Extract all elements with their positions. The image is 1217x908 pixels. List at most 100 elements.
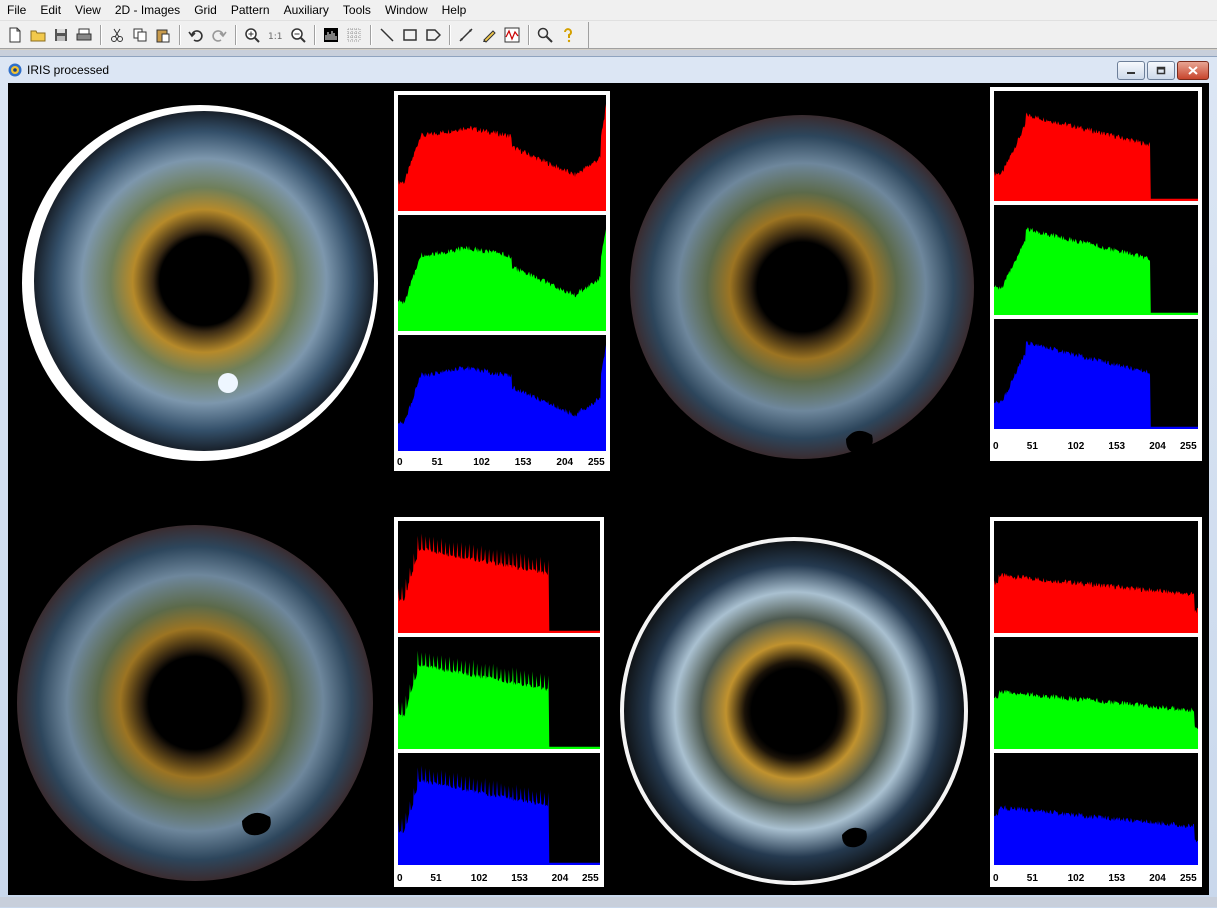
histogram-button[interactable] xyxy=(320,24,342,46)
line-tool-button[interactable] xyxy=(376,24,398,46)
menu-help[interactable]: Help xyxy=(435,0,474,20)
cut-button[interactable] xyxy=(106,24,128,46)
polygon-tool-icon xyxy=(426,28,441,41)
grid-icon xyxy=(347,28,361,41)
zoom-in-button[interactable] xyxy=(241,24,263,46)
redo-icon xyxy=(212,29,227,42)
save-button[interactable] xyxy=(50,24,72,46)
histogram-panel-top-right: 0 51 102 153 204 255 xyxy=(990,87,1202,461)
histogram-green-channel xyxy=(994,637,1198,749)
axis-tick-label: 51 xyxy=(431,457,443,468)
iris-image-bottom-left xyxy=(17,525,373,881)
axis-tick-label: 153 xyxy=(1108,873,1126,884)
child-window: IRIS processed 0 51 102 153 204 255 0 51… xyxy=(0,56,1217,908)
actual-size-button[interactable]: 1:1 xyxy=(264,24,286,46)
restore-icon xyxy=(1156,66,1166,75)
child-titlebar[interactable]: IRIS processed xyxy=(0,57,1217,83)
histogram-panel-bottom-right: 0 51 102 153 204 255 xyxy=(990,517,1202,887)
histogram-green-bars xyxy=(994,689,1198,749)
axis-tick-label: 204 xyxy=(1149,873,1166,884)
pencil-button[interactable] xyxy=(478,24,500,46)
histogram-red-area xyxy=(398,533,600,633)
paste-button[interactable] xyxy=(152,24,174,46)
open-folder-button[interactable] xyxy=(27,24,49,46)
measure-button[interactable] xyxy=(455,24,477,46)
histogram-red-area xyxy=(994,112,1198,201)
measure-icon xyxy=(459,27,473,42)
waveform-button[interactable] xyxy=(501,24,523,46)
histogram-blue-area xyxy=(398,765,600,865)
open-folder-icon xyxy=(30,30,46,41)
undo-button[interactable] xyxy=(185,24,207,46)
minimize-button[interactable] xyxy=(1117,61,1145,80)
cut-icon xyxy=(111,28,123,42)
grid-button[interactable] xyxy=(343,24,365,46)
close-button[interactable] xyxy=(1177,61,1209,80)
menu-2d-images[interactable]: 2D - Images xyxy=(108,0,187,20)
pencil-icon xyxy=(483,29,496,43)
restore-button[interactable] xyxy=(1147,61,1175,80)
menu-edit[interactable]: Edit xyxy=(33,0,68,20)
histogram-red-bars xyxy=(398,533,600,633)
zoom-out-button[interactable] xyxy=(287,24,309,46)
histogram-green-bars xyxy=(398,229,606,331)
menu-view[interactable]: View xyxy=(68,0,108,20)
toolbar-end-divider xyxy=(588,21,589,48)
menu-window[interactable]: Window xyxy=(378,0,435,20)
save-icon xyxy=(55,28,67,41)
histogram-blue-bars xyxy=(398,765,600,865)
axis-tick-label: 51 xyxy=(1026,441,1038,452)
histogram-blue-channel xyxy=(398,335,606,451)
axis-tick-label: 255 xyxy=(588,457,605,468)
histogram-blue-bars xyxy=(994,341,1198,429)
minimize-icon xyxy=(1127,71,1135,74)
histogram-blue-channel xyxy=(994,753,1198,865)
find-button[interactable] xyxy=(534,24,556,46)
help-button[interactable] xyxy=(557,24,579,46)
polygon-tool-button[interactable] xyxy=(422,24,444,46)
print-button[interactable] xyxy=(73,24,95,46)
redo-button[interactable] xyxy=(208,24,230,46)
toolbar-separator xyxy=(370,24,372,45)
histogram-axis: 0 51 102 153 204 255 xyxy=(394,869,604,885)
axis-tick-label: 153 xyxy=(511,873,528,884)
new-file-button[interactable] xyxy=(4,24,26,46)
new-file-icon xyxy=(9,27,21,42)
histogram-icon xyxy=(324,27,338,42)
histogram-panel-bottom-left: 0 51 102 153 204 255 xyxy=(394,517,604,887)
histogram-green-channel xyxy=(398,637,600,749)
histogram-blue-area xyxy=(398,344,606,451)
menu-tools[interactable]: Tools xyxy=(336,0,378,20)
axis-tick-label: 102 xyxy=(473,457,490,468)
histogram-red-area xyxy=(398,103,606,211)
menu-auxiliary[interactable]: Auxiliary xyxy=(277,0,336,20)
histogram-blue-channel xyxy=(398,753,600,865)
histogram-red-bars xyxy=(994,572,1198,633)
histogram-blue-channel xyxy=(994,319,1198,429)
menu-file[interactable]: File xyxy=(0,0,33,20)
toolbar-separator xyxy=(314,24,316,45)
rectangle-tool-button[interactable] xyxy=(399,24,421,46)
menu-grid[interactable]: Grid xyxy=(187,0,224,20)
iris-image-top-right xyxy=(630,115,974,459)
histogram-red-channel xyxy=(398,95,606,211)
toolbar-separator xyxy=(179,24,181,45)
app-icon xyxy=(8,63,22,77)
histogram-red-bars xyxy=(994,112,1198,201)
axis-tick-label: 0 xyxy=(993,873,999,884)
menu-bar: File Edit View 2D - Images Grid Pattern Auxili… xyxy=(0,0,1217,21)
histogram-green-area xyxy=(398,229,606,331)
actual-size-icon: 1:1 xyxy=(268,32,282,42)
menu-pattern[interactable]: Pattern xyxy=(224,0,277,20)
axis-tick-label: 102 xyxy=(470,873,488,884)
histogram-panel-top-left: 0 51 102 153 204 255 xyxy=(394,91,610,471)
histogram-blue-bars xyxy=(398,344,606,451)
waveform-icon xyxy=(504,27,520,42)
axis-tick-label: 255 xyxy=(1180,441,1197,452)
image-canvas[interactable]: 0 51 102 153 204 255 0 51 102 153 204 255 0 51 102 15… xyxy=(8,83,1209,895)
histogram-red-channel xyxy=(398,521,600,633)
toolbar-separator xyxy=(528,24,530,45)
axis-tick-label: 255 xyxy=(582,873,599,884)
copy-button[interactable] xyxy=(129,24,151,46)
zoom-out-icon xyxy=(291,27,306,43)
